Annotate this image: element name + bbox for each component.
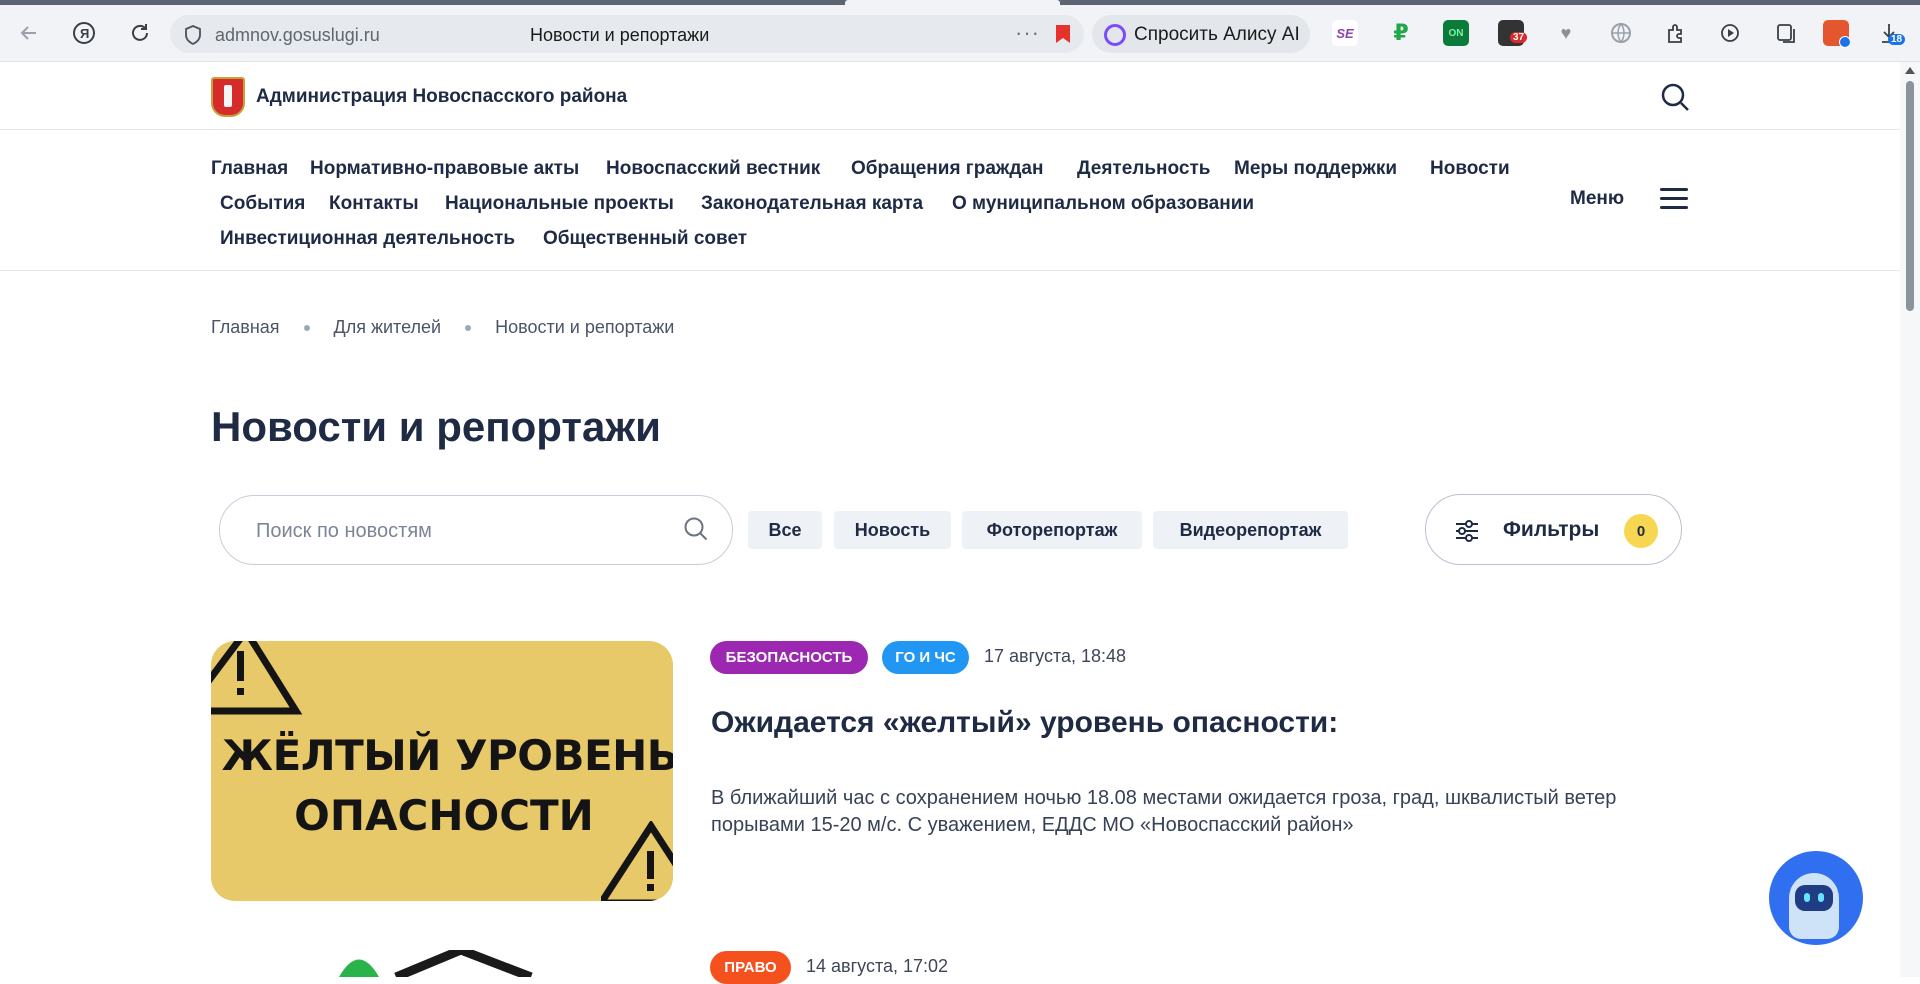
url-page-title: Новости и репортажи [530, 25, 710, 45]
breadcrumb-residents[interactable]: Для жителей [334, 317, 442, 338]
extensions-icon[interactable] [1663, 20, 1689, 46]
media-icon[interactable] [1718, 20, 1744, 46]
warning-triangle-icon [211, 641, 303, 715]
tag-safety[interactable]: БЕЗОПАСНОСТЬ [710, 641, 868, 674]
svg-text:Я: Я [80, 26, 89, 41]
reload-icon[interactable] [127, 20, 153, 46]
nav-item-national-projects[interactable]: Национальные проекты [445, 193, 674, 215]
chip-all[interactable]: Все [748, 511, 822, 549]
address-bar[interactable]: admnov.gosuslugi.ru Новости и репортажи … [170, 15, 1084, 53]
tab-strip [0, 0, 1920, 5]
nav-item-appeals[interactable]: Обращения граждан [851, 158, 1043, 180]
chip-photo-report[interactable]: Фоторепортаж [962, 511, 1142, 549]
chip-news[interactable]: Новость [834, 511, 951, 549]
site-name[interactable]: Администрация Новоспасского района [256, 86, 627, 108]
shield-icon[interactable] [184, 25, 202, 50]
downloads-icon[interactable]: 18 [1876, 20, 1906, 46]
globe-icon[interactable] [1608, 20, 1634, 46]
breadcrumb-current: Новости и репортажи [495, 317, 675, 337]
news-image[interactable] [211, 950, 673, 977]
nav-item-investment[interactable]: Инвестиционная деятельность [220, 228, 515, 250]
breadcrumb-home[interactable]: Главная [211, 317, 280, 338]
nav-item-activity[interactable]: Деятельность [1077, 158, 1210, 180]
nav-item-events[interactable]: События [220, 193, 305, 215]
tag-civil-defense[interactable]: ГО И ЧС [882, 641, 969, 674]
warning-triangle-icon [601, 821, 673, 901]
news-title[interactable]: Ожидается «желтый» уровень опасности: [711, 706, 1338, 740]
news-excerpt: В ближайший час с сохранением ночью 18.0… [711, 787, 1617, 836]
nav-item-legal-acts[interactable]: Нормативно-правовые акты [310, 158, 579, 180]
nav-item-news[interactable]: Новости [1430, 158, 1510, 180]
browser-toolbar: Я admnov.gosuslugi.ru Новости и репортаж… [0, 0, 1920, 62]
nav-item-public-council[interactable]: Общественный совет [543, 228, 747, 250]
ruble-extension-icon[interactable]: ₽ [1388, 20, 1414, 46]
profile-icon[interactable] [1823, 20, 1851, 48]
nav-item-support[interactable]: Меры поддержки [1234, 158, 1397, 180]
page-title: Новости и репортажи [211, 403, 661, 450]
on-extension-icon[interactable]: ON [1443, 20, 1469, 46]
back-icon[interactable] [16, 20, 42, 46]
url-text[interactable]: admnov.gosuslugi.ru [215, 25, 380, 46]
nav-item-contacts[interactable]: Контакты [329, 193, 419, 215]
nav-item-legislative-map[interactable]: Законодательная карта [701, 193, 923, 215]
breadcrumb: Главная Для жителей Новости и репортажи [211, 317, 674, 338]
nav-item-municipality[interactable]: О муниципальном образовании [952, 193, 1254, 215]
filters-count-badge: 0 [1624, 514, 1658, 548]
news-search-input[interactable] [256, 516, 656, 546]
mail-extension-icon[interactable]: 37 [1498, 20, 1528, 46]
mail-badge: 37 [1510, 32, 1528, 43]
news-date: 17 августа, 18:48 [984, 646, 1127, 666]
scroll-thumb[interactable] [1906, 81, 1914, 311]
news-image[interactable]: ЖЁЛТЫЙ УРОВЕНЬ ОПАСНОСТИ [211, 641, 673, 901]
alice-icon [1104, 24, 1126, 46]
tag-law[interactable]: ПРАВО [710, 951, 791, 984]
active-tab[interactable] [845, 0, 1060, 5]
heart-extension-icon[interactable]: ♥ [1553, 20, 1579, 46]
header-divider [0, 270, 1900, 271]
filters-button[interactable]: Фильтры 0 [1425, 494, 1682, 565]
news-search-box[interactable] [219, 495, 733, 565]
coat-of-arms-logo[interactable] [211, 77, 245, 117]
se-extension-icon[interactable]: SE [1332, 20, 1358, 46]
yandex-icon[interactable]: Я [71, 20, 97, 46]
filters-label: Фильтры [1503, 518, 1600, 541]
hamburger-menu-icon[interactable] [1660, 188, 1688, 210]
bookmark-icon[interactable] [1055, 24, 1071, 49]
alice-label: Спросить Алису AI [1134, 24, 1300, 45]
news-date: 14 августа, 17:02 [806, 956, 949, 976]
verified-icon [1839, 36, 1851, 48]
chat-assistant-button[interactable] [1769, 851, 1863, 945]
scroll-up-arrow-icon[interactable] [1905, 67, 1915, 74]
search-icon[interactable] [1660, 82, 1690, 112]
nav-item-bulletin[interactable]: Новоспасский вестник [606, 158, 820, 180]
nav-item-main[interactable]: Главная [211, 158, 288, 180]
chip-video-report[interactable]: Видеорепортаж [1153, 511, 1348, 549]
page-scrollbar[interactable] [1900, 62, 1920, 977]
more-icon[interactable]: ··· [1015, 20, 1040, 46]
breadcrumb-separator [465, 324, 472, 331]
search-icon[interactable] [683, 516, 709, 547]
site-header: Администрация Новоспасского района [0, 62, 1900, 130]
filter-sliders-icon [1454, 519, 1480, 548]
robot-icon [1789, 873, 1839, 939]
news-image-line1: ЖЁЛТЫЙ УРОВЕНЬ [221, 731, 673, 780]
menu-label[interactable]: Меню [1570, 188, 1624, 210]
notes-icon[interactable] [1773, 20, 1799, 46]
breadcrumb-separator [303, 324, 310, 331]
downloads-badge: 18 [1888, 34, 1906, 45]
alice-button[interactable]: Спросить Алису AI [1092, 15, 1310, 53]
